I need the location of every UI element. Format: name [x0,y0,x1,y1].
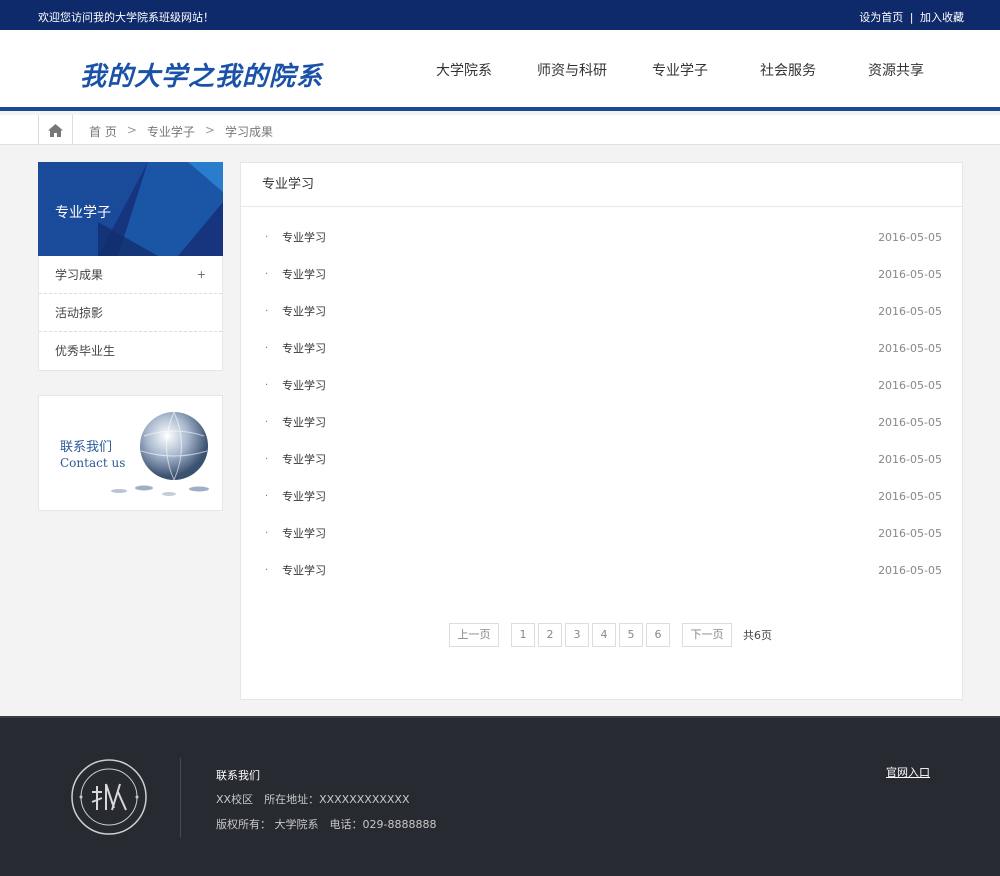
breadcrumb-home[interactable]: 首 页 [89,123,117,140]
breadcrumb-separator: > [126,123,137,137]
item-title[interactable]: 专业学习 [282,256,326,293]
page-button-3[interactable]: 3 [565,623,589,647]
nav-item-faculty[interactable]: 师资与科研 [518,60,626,80]
list-item[interactable]: · 专业学习 2016-05-05 [241,478,962,515]
item-date: 2016-05-05 [878,564,942,577]
site-header: 我的大学之我的院系 大学院系 师资与科研 专业学子 社会服务 资源共享 [0,30,1000,111]
sidebar-item-label: 优秀毕业生 [55,344,116,358]
item-title[interactable]: 专业学习 [282,552,326,589]
bullet: · [265,491,269,502]
bullet: · [265,417,269,428]
item-title[interactable]: 专业学习 [282,330,326,367]
site-logo[interactable]: 我的大学之我的院系 [80,56,323,93]
breadcrumb-students[interactable]: 专业学子 [147,123,195,140]
pagination: 上一页 1 2 3 4 5 6 下一页 共6页 [449,623,772,647]
list-item[interactable]: · 专业学习 2016-05-05 [241,552,962,589]
sidebar-menu: 学习成果 + 活动掠影 优秀毕业生 [38,256,223,371]
top-bar: 欢迎您访问我的大学院系班级网站！ 设为首页 | 加入收藏 [0,0,1000,30]
list-item[interactable]: · 专业学习 2016-05-05 [241,367,962,404]
sidebar-title: 专业学子 [55,205,111,221]
footer-copyright: 版权所有： 大学院系 电话：029-8888888 [216,818,437,831]
footer-heading: 联系我们 [216,769,260,782]
sidebar-item-label: 活动掠影 [55,306,104,320]
bullet: · [265,454,269,465]
bullet: · [265,380,269,391]
contact-us-banner[interactable]: 联系我们 Contact us [38,395,223,511]
item-date: 2016-05-05 [878,527,942,540]
list-item[interactable]: · 专业学习 2016-05-05 [241,515,962,552]
bullet: · [265,528,269,539]
item-date: 2016-05-05 [878,416,942,429]
item-date: 2016-05-05 [878,379,942,392]
sidebar-item-study-results[interactable]: 学习成果 + [39,256,222,294]
item-date: 2016-05-05 [878,268,942,281]
site-footer: 联系我们 XX校区 所在地址：XXXXXXXXXXXX 版权所有： 大学院系 电… [0,716,1000,876]
bullet: · [265,565,269,576]
top-links-divider: | [909,11,914,24]
breadcrumb-separator: > [204,123,215,137]
main-nav: 大学院系 师资与科研 专业学子 社会服务 资源共享 [410,60,950,80]
sidebar-item-label: 学习成果 [55,268,104,282]
bullet: · [265,306,269,317]
university-seal-icon [71,759,147,835]
item-title[interactable]: 专业学习 [282,441,326,478]
set-home-link[interactable]: 设为首页 [859,11,903,24]
item-date: 2016-05-05 [878,490,942,503]
footer-address: XX校区 所在地址：XXXXXXXXXXXX [216,793,410,806]
nav-item-resources[interactable]: 资源共享 [842,60,950,80]
list-item[interactable]: · 专业学习 2016-05-05 [241,293,962,330]
content-title: 专业学习 [241,163,962,207]
sidebar-header: 专业学子 [38,162,223,256]
item-date: 2016-05-05 [878,231,942,244]
bullet: · [265,232,269,243]
list-item[interactable]: · 专业学习 2016-05-05 [241,404,962,441]
article-list: · 专业学习 2016-05-05 · 专业学习 2016-05-05 · 专业学习 201… [241,219,962,589]
page-button-5[interactable]: 5 [619,623,643,647]
add-favorite-link[interactable]: 加入收藏 [920,11,964,24]
nav-item-services[interactable]: 社会服务 [734,60,842,80]
nav-item-students[interactable]: 专业学子 [626,60,734,80]
contact-en-label: Contact us [60,456,126,470]
content-panel: 专业学习 · 专业学习 2016-05-05 · 专业学习 2016-05-05 · 专业… [240,162,963,700]
list-item[interactable]: · 专业学习 2016-05-05 [241,219,962,256]
home-button[interactable] [38,115,73,145]
sidebar-item-activities[interactable]: 活动掠影 [39,294,222,332]
prev-page-button[interactable]: 上一页 [449,623,499,647]
welcome-text: 欢迎您访问我的大学院系班级网站！ [38,11,214,24]
list-item[interactable]: · 专业学习 2016-05-05 [241,256,962,293]
list-item[interactable]: · 专业学习 2016-05-05 [241,441,962,478]
official-site-link[interactable]: 官网入口 [886,764,930,780]
item-title[interactable]: 专业学习 [282,293,326,330]
contact-cn-label: 联系我们 [60,440,113,455]
page-total: 共6页 [743,629,772,642]
page-button-4[interactable]: 4 [592,623,616,647]
sidebar-item-graduates[interactable]: 优秀毕业生 [39,332,222,370]
bullet: · [265,269,269,280]
item-date: 2016-05-05 [878,453,942,466]
item-title[interactable]: 专业学习 [282,515,326,552]
nav-item-departments[interactable]: 大学院系 [410,60,518,80]
breadcrumb: 首 页 > 专业学子 > 学习成果 [89,123,273,140]
page-button-2[interactable]: 2 [538,623,562,647]
list-item[interactable]: · 专业学习 2016-05-05 [241,330,962,367]
globe-icon [111,411,209,496]
item-date: 2016-05-05 [878,342,942,355]
item-title[interactable]: 专业学习 [282,367,326,404]
breadcrumb-bar: 首 页 > 专业学子 > 学习成果 [0,115,1000,145]
bullet: · [265,343,269,354]
home-icon [48,123,63,137]
breadcrumb-current[interactable]: 学习成果 [225,123,273,140]
page-button-1[interactable]: 1 [511,623,535,647]
item-title[interactable]: 专业学习 [282,478,326,515]
next-page-button[interactable]: 下一页 [682,623,732,647]
top-links: 设为首页 | 加入收藏 [859,9,964,25]
expand-icon: + [196,268,206,281]
item-date: 2016-05-05 [878,305,942,318]
item-title[interactable]: 专业学习 [282,219,326,256]
page-button-6[interactable]: 6 [646,623,670,647]
footer-divider [180,758,181,838]
item-title[interactable]: 专业学习 [282,404,326,441]
